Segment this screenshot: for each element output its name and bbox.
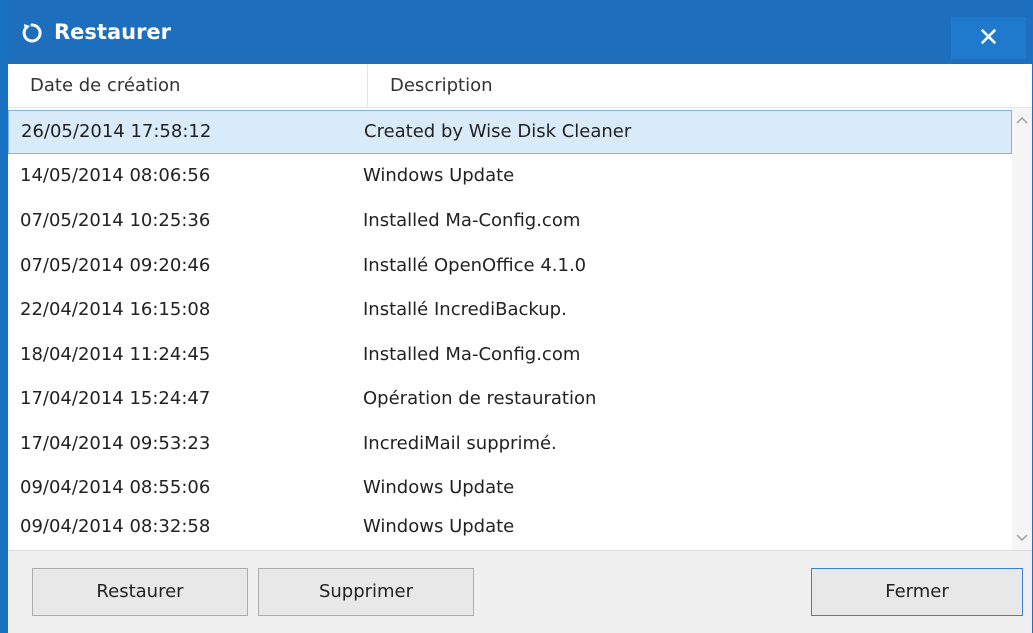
row-description: Windows Update — [363, 477, 515, 498]
restore-dialog: Restaurer ✕ Date de création Description… — [0, 0, 1033, 633]
row-date: 09/04/2014 08:32:58 — [20, 516, 211, 537]
list-rows: 26/05/2014 17:58:12 Created by Wise Disk… — [8, 108, 1012, 550]
table-row[interactable]: 26/05/2014 17:58:12 Created by Wise Disk… — [8, 110, 1012, 154]
window-title: Restaurer — [54, 20, 172, 44]
title-bar[interactable]: Restaurer ✕ — [8, 0, 1032, 64]
restore-arrow-icon — [22, 23, 42, 43]
close-window-button[interactable]: ✕ — [951, 17, 1026, 59]
row-date: 07/05/2014 10:25:36 — [20, 210, 211, 231]
table-row[interactable]: 09/04/2014 08:32:58 Windows Update — [8, 506, 1012, 550]
column-header-date[interactable]: Date de création — [8, 64, 368, 108]
row-date: 26/05/2014 17:58:12 — [21, 121, 212, 142]
row-date: 22/04/2014 16:15:08 — [20, 299, 211, 320]
close-button[interactable]: Fermer — [811, 568, 1023, 616]
table-row[interactable]: 07/05/2014 10:25:36 Installed Ma-Config.… — [8, 200, 1012, 244]
row-date: 17/04/2014 15:24:47 — [20, 388, 211, 409]
row-description: Installé IncrediBackup. — [363, 299, 567, 320]
row-description: Installed Ma-Config.com — [363, 210, 581, 231]
row-date: 17/04/2014 09:53:23 — [20, 433, 211, 454]
table-row[interactable]: 17/04/2014 09:53:23 IncrediMail supprimé… — [8, 423, 1012, 467]
table-row[interactable]: 07/05/2014 09:20:46 Installé OpenOffice … — [8, 245, 1012, 289]
row-description: IncrediMail supprimé. — [363, 433, 557, 454]
table-row[interactable]: 22/04/2014 16:15:08 Installé IncrediBack… — [8, 289, 1012, 333]
row-description: Installed Ma-Config.com — [363, 344, 581, 365]
table-row[interactable]: 14/05/2014 08:06:56 Windows Update — [8, 155, 1012, 199]
row-description: Windows Update — [363, 516, 515, 537]
table-row[interactable]: 18/04/2014 11:24:45 Installed Ma-Config.… — [8, 334, 1012, 378]
row-description: Created by Wise Disk Cleaner — [364, 121, 632, 142]
chevron-down-icon[interactable] — [1012, 526, 1032, 550]
restore-button[interactable]: Restaurer — [32, 568, 248, 616]
column-header-description[interactable]: Description — [368, 64, 1032, 108]
dialog-footer: Restaurer Supprimer Fermer — [8, 550, 1032, 633]
row-date: 14/05/2014 08:06:56 — [20, 165, 211, 186]
row-description: Opération de restauration — [363, 388, 597, 409]
delete-button[interactable]: Supprimer — [258, 568, 474, 616]
table-row[interactable]: 09/04/2014 08:55:06 Windows Update — [8, 467, 1012, 511]
chevron-up-icon[interactable] — [1012, 108, 1032, 132]
row-description: Windows Update — [363, 165, 515, 186]
vertical-scrollbar[interactable] — [1012, 108, 1032, 550]
row-description: Installé OpenOffice 4.1.0 — [363, 255, 587, 276]
row-date: 07/05/2014 09:20:46 — [20, 255, 211, 276]
table-row[interactable]: 17/04/2014 15:24:47 Opération de restaur… — [8, 378, 1012, 422]
close-icon: ✕ — [977, 23, 1000, 53]
restore-points-list: Date de création Description 26/05/2014 … — [8, 64, 1032, 550]
row-date: 09/04/2014 08:55:06 — [20, 477, 211, 498]
row-date: 18/04/2014 11:24:45 — [20, 344, 211, 365]
